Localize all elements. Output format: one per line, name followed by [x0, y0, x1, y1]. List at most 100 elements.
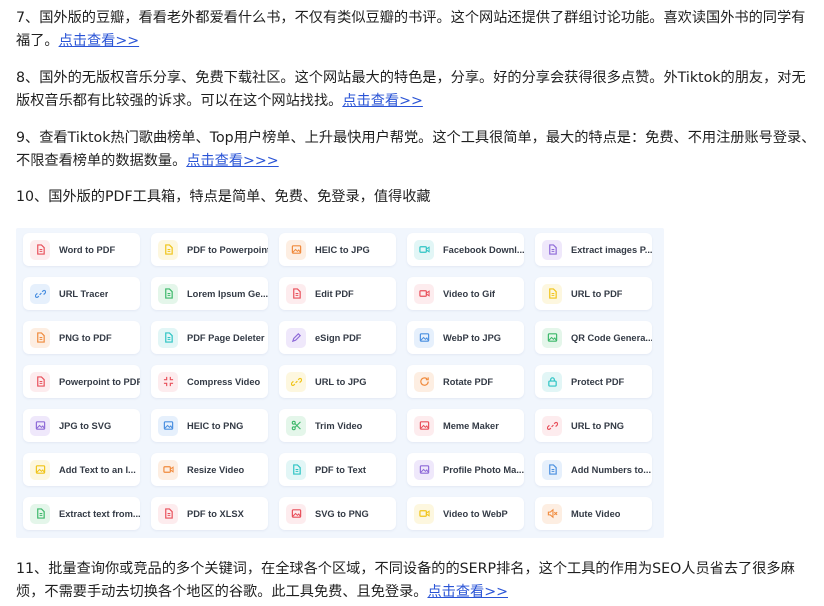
- tool-card-video-to-webp[interactable]: Video to WebP: [407, 497, 524, 530]
- tool-card-label: Add Text to an I...: [59, 464, 136, 475]
- tool-card-lorem-ipsum-ge[interactable]: Lorem Ipsum Ge...: [151, 277, 268, 310]
- tool-card-label: Mute Video: [571, 508, 621, 519]
- tool-card-label: HEIC to PNG: [187, 420, 244, 431]
- link-icon: [542, 415, 562, 436]
- tool-card-label: Extract images P...: [571, 244, 652, 255]
- tool-card-heic-to-png[interactable]: HEIC to PNG: [151, 409, 268, 442]
- tool-card-png-to-pdf[interactable]: PNG to PDF: [23, 321, 140, 354]
- tool-card-pdf-page-deleter[interactable]: PDF Page Deleter: [151, 321, 268, 354]
- scissors-icon: [286, 415, 306, 436]
- tool-card-url-to-png[interactable]: URL to PNG: [535, 409, 652, 442]
- image-icon: [286, 239, 306, 260]
- tool-card-jpg-to-svg[interactable]: JPG to SVG: [23, 409, 140, 442]
- tool-card-url-to-pdf[interactable]: URL to PDF: [535, 277, 652, 310]
- tool-card-meme-maker[interactable]: Meme Maker: [407, 409, 524, 442]
- tool-card-label: PNG to PDF: [59, 332, 112, 343]
- link-icon: [30, 283, 50, 304]
- tool-card-protect-pdf[interactable]: Protect PDF: [535, 365, 652, 398]
- tool-card-pdf-to-powerpoint[interactable]: PDF to Powerpoint: [151, 233, 268, 266]
- tool-card-pdf-to-xlsx[interactable]: PDF to XLSX: [151, 497, 268, 530]
- paragraph-7-link[interactable]: 点击查看>>: [59, 33, 140, 49]
- tool-card-extract-images-p[interactable]: Extract images P...: [535, 233, 652, 266]
- tool-card-label: Rotate PDF: [443, 376, 494, 387]
- tool-card-word-to-pdf[interactable]: Word to PDF: [23, 233, 140, 266]
- tool-card-svg-to-png[interactable]: SVG to PNG: [279, 497, 396, 530]
- tool-card-label: JPG to SVG: [59, 420, 112, 431]
- document-icon: [286, 283, 306, 304]
- lock-icon: [542, 371, 562, 392]
- tool-card-powerpoint-to-pdf[interactable]: Powerpoint to PDF: [23, 365, 140, 398]
- rotate-icon: [414, 371, 434, 392]
- document-icon: [30, 371, 50, 392]
- tool-card-label: Resize Video: [187, 464, 245, 475]
- paragraph-11: 11、批量查询你或竞品的多个关键词，在全球各个区域，不同设备的的SERP排名，这…: [16, 558, 816, 604]
- tool-card-label: QR Code Genera...: [571, 332, 652, 343]
- tool-card-label: URL to JPG: [315, 376, 367, 387]
- paragraph-10-text: 10、国外版的PDF工具箱，特点是简单、免费、免登录，值得收藏: [16, 189, 431, 205]
- link-icon: [286, 371, 306, 392]
- tool-card-label: Video to Gif: [443, 288, 495, 299]
- compress-icon: [158, 371, 178, 392]
- tool-card-rotate-pdf[interactable]: Rotate PDF: [407, 365, 524, 398]
- paragraph-9: 9、查看Tiktok热门歌曲榜单、Top用户榜单、上升最快用户帮党。这个工具很简…: [16, 127, 816, 173]
- tool-card-label: Add Numbers to...: [571, 464, 652, 475]
- tool-card-profile-photo-ma[interactable]: Profile Photo Ma...: [407, 453, 524, 486]
- tool-card-label: Profile Photo Ma...: [443, 464, 524, 475]
- tool-card-label: Edit PDF: [315, 288, 354, 299]
- tool-card-mute-video[interactable]: Mute Video: [535, 497, 652, 530]
- tool-card-url-tracer[interactable]: URL Tracer: [23, 277, 140, 310]
- paragraph-11-link[interactable]: 点击查看>>: [427, 584, 508, 600]
- video-icon: [158, 459, 178, 480]
- tool-card-label: Compress Video: [187, 376, 261, 387]
- tool-card-webp-to-jpg[interactable]: WebP to JPG: [407, 321, 524, 354]
- paragraph-7: 7、国外版的豆瓣，看看老外都爱看什么书，不仅有类似豆瓣的书评。这个网站还提供了群…: [16, 7, 816, 53]
- mute-icon: [542, 503, 562, 524]
- tool-card-label: WebP to JPG: [443, 332, 502, 343]
- tool-card-label: Extract text from...: [59, 508, 140, 519]
- tool-card-trim-video[interactable]: Trim Video: [279, 409, 396, 442]
- tool-card-heic-to-jpg[interactable]: HEIC to JPG: [279, 233, 396, 266]
- tool-card-label: PDF to Powerpoint: [187, 244, 268, 255]
- tool-card-edit-pdf[interactable]: Edit PDF: [279, 277, 396, 310]
- tool-card-label: Powerpoint to PDF: [59, 376, 140, 387]
- tool-card-compress-video[interactable]: Compress Video: [151, 365, 268, 398]
- tool-card-facebook-downl[interactable]: Facebook Downl...: [407, 233, 524, 266]
- tool-card-esign-pdf[interactable]: eSign PDF: [279, 321, 396, 354]
- document-icon: [542, 459, 562, 480]
- paragraph-9-link[interactable]: 点击查看>>>: [186, 153, 278, 169]
- tool-card-label: PDF Page Deleter: [187, 332, 265, 343]
- video-icon: [414, 283, 434, 304]
- tool-card-label: PDF to XLSX: [187, 508, 244, 519]
- tool-card-qr-code-genera[interactable]: QR Code Genera...: [535, 321, 652, 354]
- tool-card-label: Facebook Downl...: [443, 244, 524, 255]
- tool-card-resize-video[interactable]: Resize Video: [151, 453, 268, 486]
- image-icon: [414, 459, 434, 480]
- document-icon: [30, 327, 50, 348]
- document-icon: [286, 459, 306, 480]
- image-icon: [30, 415, 50, 436]
- tool-card-add-numbers-to[interactable]: Add Numbers to...: [535, 453, 652, 486]
- image-icon: [414, 327, 434, 348]
- paragraph-9-text: 9、查看Tiktok热门歌曲榜单、Top用户榜单、上升最快用户帮党。这个工具很简…: [16, 130, 816, 169]
- document-icon: [542, 239, 562, 260]
- tool-card-url-to-jpg[interactable]: URL to JPG: [279, 365, 396, 398]
- tool-card-video-to-gif[interactable]: Video to Gif: [407, 277, 524, 310]
- paragraph-8: 8、国外的无版权音乐分享、免费下载社区。这个网站最大的特色是，分享。好的分享会获…: [16, 67, 816, 113]
- article-page: 7、国外版的豆瓣，看看老外都爱看什么书，不仅有类似豆瓣的书评。这个网站还提供了群…: [0, 0, 824, 606]
- document-icon: [158, 503, 178, 524]
- tool-card-label: eSign PDF: [315, 332, 362, 343]
- tool-card-label: Trim Video: [315, 420, 363, 431]
- paragraph-10: 10、国外版的PDF工具箱，特点是简单、免费、免登录，值得收藏: [16, 186, 816, 209]
- tool-card-label: Video to WebP: [443, 508, 508, 519]
- tool-card-label: Lorem Ipsum Ge...: [187, 288, 268, 299]
- paragraph-8-link[interactable]: 点击查看>>: [342, 93, 423, 109]
- tool-card-extract-text-from[interactable]: Extract text from...: [23, 497, 140, 530]
- video-icon: [414, 239, 434, 260]
- pen-icon: [286, 327, 306, 348]
- tool-card-pdf-to-text[interactable]: PDF to Text: [279, 453, 396, 486]
- tool-card-label: URL to PDF: [571, 288, 623, 299]
- tool-card-label: Meme Maker: [443, 420, 499, 431]
- pdf-tools-screenshot: Word to PDF PDF to Powerpoint HEIC to JPG F…: [16, 228, 664, 538]
- tool-card-add-text-to-an-i[interactable]: Add Text to an I...: [23, 453, 140, 486]
- image-icon: [286, 503, 306, 524]
